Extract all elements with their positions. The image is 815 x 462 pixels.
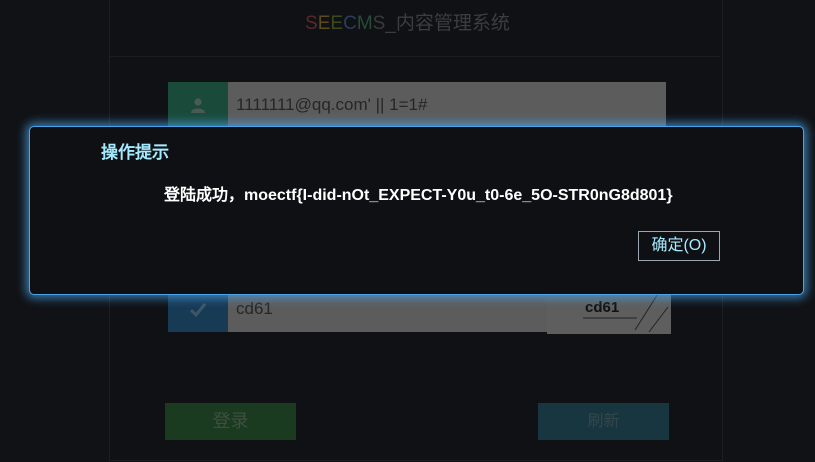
divider [110,56,720,57]
brand-letter: M [356,13,373,34]
brand-letter: S [372,13,386,34]
dialog-message: 登陆成功，moectf{I-did-nOt_EXPECT-Y0u_t0-6e_5… [164,187,673,204]
username-input[interactable]: 1111111@qq.com' || 1=1# [228,82,666,128]
brand-suffix: _内容管理系统 [385,13,510,34]
username-field: 1111111@qq.com' || 1=1# [168,82,666,128]
ok-button[interactable]: 确定(O) [638,231,720,261]
alert-dialog: 操作提示 登陆成功，moectf{I-did-nOt_EXPECT-Y0u_t0… [29,126,804,295]
dialog-title: 操作提示 [101,143,169,162]
brand-letter: C [343,13,357,34]
login-button[interactable]: 登录 [165,403,296,440]
brand-letter: E [330,13,344,34]
captcha-image-text: cd61 [585,299,620,316]
brand-title: SEECMS_内容管理系统 [0,8,815,35]
brand-letter: E [317,13,331,34]
refresh-button[interactable]: 刷新 [538,403,669,440]
user-icon [168,82,228,128]
page: SEECMS_内容管理系统 1111111@qq.com' || 1=1# ••… [0,0,815,462]
brand-letter: S [305,13,318,34]
